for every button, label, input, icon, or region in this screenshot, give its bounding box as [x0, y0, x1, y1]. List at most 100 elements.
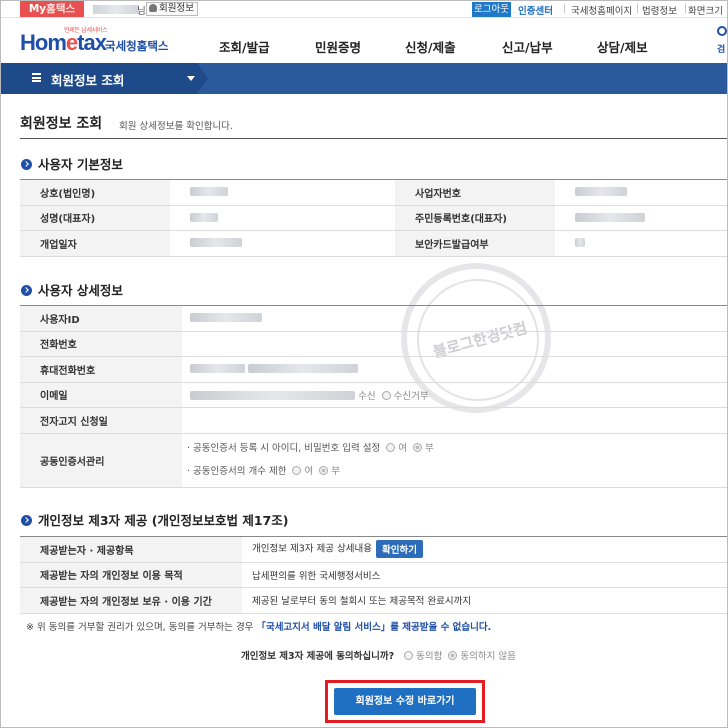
table-row: 상호(법인명) 사업자번호 [20, 179, 727, 206]
chevron-down-icon [187, 76, 195, 81]
label-resident-number: 주민등록번호(대표자) [395, 205, 555, 231]
table-row: 제공받는 자의 개인정보 보유 · 이용 기간 제공된 날로부터 동의 철회시 … [20, 587, 727, 614]
cert-limit-no-radio[interactable] [319, 466, 329, 475]
member-info-label: 회원정보 [159, 3, 194, 14]
logo-korean: 국세청홈택스 [105, 39, 169, 53]
detail-info-table: 사용자ID 전화번호 휴대전화번호 이메일 수신 수신거부 전자고지 신청일 공동… [20, 305, 727, 488]
value-usage-purpose: 납세편의를 위한 국세행정서비스 [242, 562, 727, 588]
value-user-id [182, 305, 727, 332]
privacy-note-link: 「국세고지서 배달 알림 서비스」를 제공받을 수 없습니다. [256, 622, 492, 633]
table-row: 성명(대표자) 주민등록번호(대표자) [20, 205, 727, 231]
label-user-id: 사용자ID [20, 305, 182, 332]
agree-question-label: 개인정보 제3자 제공에 동의하십니까? [241, 651, 395, 662]
email-reject-label: 수신거부 [393, 390, 429, 402]
logo-word: Hometax [20, 30, 107, 55]
value-security-card [555, 230, 727, 257]
agree-label: 동의함 [416, 651, 443, 662]
label-email: 이메일 [20, 382, 182, 408]
agree-question: 개인정보 제3자 제공에 동의하십니까? 동의함 동의하지 않음 [241, 648, 516, 662]
title-divider [20, 138, 727, 139]
member-info-button[interactable]: 회원정보 [146, 2, 198, 16]
table-row: 개업일자 보안카드발급여부 [20, 230, 727, 257]
label-mobile: 휴대전화번호 [20, 356, 182, 383]
top-utility-bar: My홈택스 님 회원정보 로그아웃 인증센터 | 국세청홈페이지 | 법령정보 … [1, 1, 727, 18]
cert-setting-yes-radio[interactable] [386, 443, 396, 452]
nav-apply-submit[interactable]: 신청/제출 [405, 37, 456, 56]
nav-consult-report[interactable]: 상담/제보 [597, 37, 648, 56]
cert-setting-yes-label: 여 [398, 443, 407, 454]
value-mobile [182, 356, 727, 383]
label-open-date: 개업일자 [20, 230, 170, 257]
label-phone: 전화번호 [20, 331, 182, 357]
value-company-name [170, 179, 395, 206]
cert-center-link[interactable]: 인증센터 [518, 3, 553, 17]
basic-info-table: 상호(법인명) 사업자번호 성명(대표자) 주민등록번호(대표자) 개업일자 보… [20, 179, 727, 257]
label-security-card: 보안카드발급여부 [395, 230, 555, 257]
label-representative-name: 성명(대표자) [20, 205, 170, 231]
screen-size-link[interactable]: 화면크기 [688, 3, 723, 17]
value-e-notice-date [182, 407, 727, 434]
table-row: 휴대전화번호 [20, 356, 727, 383]
value-phone [182, 331, 727, 357]
my-hometax-button[interactable]: My홈택스 [20, 1, 84, 17]
basic-info-heading-label: 사용자 기본정보 [38, 157, 123, 172]
cert-setting-no-label: 부 [425, 443, 434, 454]
label-retention-period: 제공받는 자의 개인정보 보유 · 이용 기간 [20, 587, 242, 614]
edit-member-info-button[interactable]: 회원정보 수정 바로가기 [334, 688, 476, 715]
section-dropdown[interactable]: 회원정보 조회 [1, 63, 208, 94]
cert-setting-text: · 공동인증서 등록 시 아이디, 비밀번호 입력 설정 [187, 443, 381, 454]
table-row: 제공받는자 · 제공항목 개인정보 제3자 제공 상세내용 확인하기 [20, 536, 727, 563]
page-title: 회원정보 조회 [20, 116, 103, 132]
label-usage-purpose: 제공받는 자의 개인정보 이용 목적 [20, 562, 242, 588]
table-row: 전자고지 신청일 [20, 407, 727, 434]
divider: | [636, 3, 640, 14]
menu-icon [32, 73, 41, 82]
detail-info-heading: 사용자 상세정보 [21, 280, 123, 299]
person-icon [149, 4, 157, 12]
cert-limit-yes-radio[interactable] [292, 466, 302, 475]
label-cert-management: 공동인증서관리 [20, 433, 182, 488]
section-menu-bar: 회원정보 조회 [1, 63, 727, 94]
disagree-radio[interactable] [448, 651, 458, 660]
header: 언제든 납세서비스 Hometax 국세청홈택스 조회/발급 민원증명 신청/제… [1, 18, 727, 63]
privacy-heading-label: 개인정보 제3자 제공 (개인정보보호법 제17조) [38, 513, 289, 528]
username-suffix: 님 [137, 6, 146, 17]
email-reject-radio[interactable] [381, 390, 391, 400]
disagree-label: 동의하지 않음 [460, 651, 516, 662]
cert-limit-text: · 공동인증서의 개수 제한 [187, 466, 287, 477]
table-row: 공동인증서관리 · 공동인증서 등록 시 아이디, 비밀번호 입력 설정 여 부 ·… [20, 433, 727, 488]
agree-radio[interactable] [404, 651, 414, 660]
privacy-note-text: ※ 위 동의를 거부할 권리가 있으며, 동의를 거부하는 경우 [26, 622, 254, 633]
law-info-link[interactable]: 법령정보 [642, 3, 677, 17]
privacy-heading: 개인정보 제3자 제공 (개인정보보호법 제17조) [21, 510, 288, 529]
nav-report-pay[interactable]: 신고/납부 [502, 37, 553, 56]
value-resident-number [555, 205, 727, 231]
cert-limit-no-label: 부 [331, 466, 340, 477]
label-company-name: 상호(법인명) [20, 179, 170, 206]
nav-inquiry-issue[interactable]: 조회/발급 [219, 37, 270, 56]
label-business-number: 사업자번호 [395, 179, 555, 206]
hometax-logo[interactable]: 언제든 납세서비스 Hometax 국세청홈택스 [20, 26, 170, 58]
my-hometax-suffix: 홈택스 [46, 3, 76, 15]
value-retention-period: 제공된 날로부터 동의 철회시 또는 제공목적 완료시까지 [242, 587, 727, 614]
privacy-table: 제공받는자 · 제공항목 개인정보 제3자 제공 상세내용 확인하기 제공받는 자… [20, 536, 727, 614]
privacy-note: ※ 위 동의를 거부할 권리가 있으며, 동의를 거부하는 경우 「국세고지서 … [26, 619, 491, 633]
section-bullet-icon [21, 159, 32, 170]
search-label[interactable]: 검 [717, 42, 725, 55]
email-receive-label: 수신 [358, 390, 376, 402]
cert-setting-no-radio[interactable] [413, 443, 422, 452]
divider: | [563, 3, 567, 14]
value-business-number [555, 179, 727, 206]
nav-civil-certificate[interactable]: 민원증명 [315, 37, 361, 56]
value-recipient-items: 개인정보 제3자 제공 상세내용 확인하기 [242, 536, 727, 563]
view-details-button[interactable]: 확인하기 [375, 540, 423, 559]
logout-button[interactable]: 로그아웃 [472, 2, 511, 17]
section-bullet-icon [21, 515, 32, 526]
table-row: 제공받는 자의 개인정보 이용 목적 납세편의를 위한 국세행정서비스 [20, 562, 727, 588]
table-row: 사용자ID [20, 305, 727, 332]
recipient-items-text: 개인정보 제3자 제공 상세내용 [252, 543, 372, 555]
cert-limit-yes-label: 여 [304, 466, 314, 477]
nts-homepage-link[interactable]: 국세청홈페이지 [571, 3, 632, 17]
search-icon[interactable] [717, 26, 727, 36]
username-blurred [93, 5, 139, 14]
